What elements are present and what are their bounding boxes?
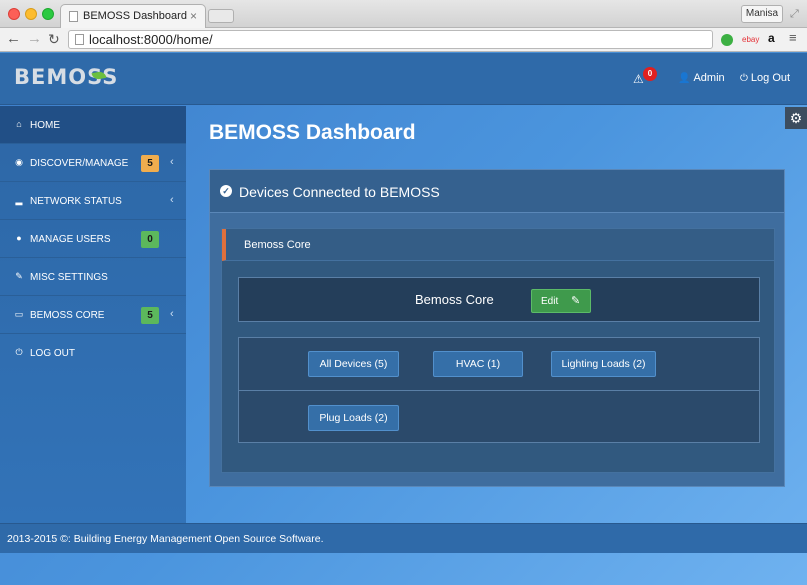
extension-green-icon[interactable] (721, 34, 733, 46)
address-bar[interactable]: localhost:8000/home/ (68, 30, 713, 49)
footer: 2013-2015 ©: Building Energy Management … (0, 523, 807, 553)
section-title: Bemoss Core (244, 239, 311, 251)
close-tab-icon[interactable]: × (190, 9, 197, 23)
app-root: BEMOSS ⚠ 0 👤 Admin ⏻ Log Out ⌂ HOME ◉ DISC… (0, 53, 807, 585)
new-tab-button[interactable] (208, 9, 234, 23)
all-devices-button[interactable]: All Devices (5) (308, 351, 399, 377)
sidebar-item-label: HOME (30, 120, 60, 131)
discover-count-badge: 5 (141, 155, 159, 172)
device-categories: All Devices (5) HVAC (1) Lighting Loads … (238, 337, 760, 443)
sidebar-item-label: MISC SETTINGS (30, 272, 108, 283)
footer-text: 2013-2015 ©: Building Energy Management … (7, 533, 324, 545)
sidebar: ⌂ HOME ◉ DISCOVER/MANAGE 5 ‹ ▂ NETWORK S… (0, 106, 186, 523)
alerts-button[interactable]: ⚠ 0 (633, 67, 657, 88)
sidebar-item-misc-settings[interactable]: ✎ MISC SETTINGS (0, 258, 186, 296)
user-icon: 👤 (678, 73, 691, 84)
edit-button[interactable]: Edit ✎ (531, 289, 591, 313)
logout-link[interactable]: ⏻ Log Out (740, 72, 790, 84)
top-navbar: BEMOSS ⚠ 0 👤 Admin ⏻ Log Out (0, 53, 807, 105)
globe-icon: ◉ (15, 157, 23, 167)
lighting-loads-button[interactable]: Lighting Loads (2) (551, 351, 656, 377)
check-circle-icon: ✓ (220, 185, 232, 197)
logout-label: Log Out (750, 72, 791, 84)
page-title: BEMOSS Dashboard (209, 121, 416, 144)
users-count-badge: 0 (141, 231, 159, 248)
sidebar-item-network-status[interactable]: ▂ NETWORK STATUS ‹ (0, 182, 186, 220)
section-header: Bemoss Core (222, 229, 774, 261)
edit-label: Edit (541, 296, 559, 307)
reload-icon[interactable]: ↻ (48, 31, 60, 47)
sidebar-item-discover-manage[interactable]: ◉ DISCOVER/MANAGE 5 ‹ (0, 144, 186, 182)
page-icon (75, 34, 84, 45)
tab-title: BEMOSS Dashboard (83, 10, 187, 22)
amazon-extension-icon[interactable]: a (768, 31, 775, 45)
home-icon: ⌂ (16, 119, 22, 129)
sidebar-item-label: MANAGE USERS (30, 234, 111, 245)
chevron-left-icon: ‹ (170, 308, 174, 320)
ebay-extension-icon[interactable]: ebay (742, 35, 759, 44)
browser-tab-strip: BEMOSS Dashboard × Manisa ⤢ (0, 0, 807, 28)
minimize-window-button[interactable] (25, 8, 37, 20)
devices-panel: ✓ Devices Connected to BEMOSS Bemoss Cor… (209, 169, 785, 487)
panel-header: ✓ Devices Connected to BEMOSS (210, 170, 784, 213)
admin-label: Admin (693, 72, 725, 84)
pencil-icon: ✎ (571, 295, 581, 307)
close-window-button[interactable] (8, 8, 20, 20)
url-text[interactable]: localhost:8000/home/ (89, 32, 213, 47)
sidebar-item-manage-users[interactable]: ● MANAGE USERS 0 (0, 220, 186, 258)
row-divider (239, 390, 759, 391)
hvac-button[interactable]: HVAC (1) (433, 351, 523, 377)
browser-tab[interactable]: BEMOSS Dashboard × (60, 4, 206, 28)
chevron-left-icon: ‹ (170, 156, 174, 168)
page-icon (69, 11, 78, 22)
core-name: Bemoss Core (415, 292, 494, 307)
browser-menu-icon[interactable]: ≡ (789, 30, 797, 45)
sidebar-item-bemoss-core[interactable]: ▭ BEMOSS CORE 5 ‹ (0, 296, 186, 334)
sidebar-item-label: DISCOVER/MANAGE (30, 158, 129, 169)
maximize-window-button[interactable] (42, 8, 54, 20)
profile-button[interactable]: Manisa (741, 5, 783, 23)
sidebar-item-label: NETWORK STATUS (30, 196, 122, 207)
fullscreen-icon[interactable]: ⤢ (790, 8, 799, 21)
admin-link[interactable]: 👤 Admin (678, 72, 725, 84)
signal-icon: ▂ (15, 195, 23, 205)
user-icon: ● (16, 233, 22, 243)
wrench-icon: ✎ (15, 271, 23, 281)
sidebar-item-label: BEMOSS CORE (30, 310, 105, 321)
panel-title: Devices Connected to BEMOSS (239, 184, 440, 200)
alert-count-badge: 0 (643, 67, 657, 81)
power-icon: ⏻ (15, 347, 23, 357)
back-arrow-icon[interactable]: ← (6, 31, 21, 47)
settings-gear-icon[interactable]: ⚙ (785, 107, 807, 129)
browser-toolbar: ← → ↻ localhost:8000/home/ ebay a ≡ (0, 28, 807, 52)
bemoss-logo[interactable]: BEMOSS (14, 65, 118, 89)
plug-loads-button[interactable]: Plug Loads (2) (308, 405, 399, 431)
core-row: Bemoss Core Edit ✎ (238, 277, 760, 322)
sidebar-item-label: LOG OUT (30, 348, 76, 359)
chevron-left-icon: ‹ (170, 194, 174, 206)
sidebar-item-log-out[interactable]: ⏻ LOG OUT (0, 334, 186, 372)
power-icon: ⏻ (740, 73, 748, 84)
sidebar-item-home[interactable]: ⌂ HOME (0, 106, 186, 144)
monitor-icon: ▭ (14, 309, 24, 319)
forward-arrow-icon[interactable]: → (27, 31, 42, 47)
core-count-badge: 5 (141, 307, 159, 324)
bemoss-core-section: Bemoss Core Bemoss Core Edit ✎ All Devic… (221, 228, 775, 473)
